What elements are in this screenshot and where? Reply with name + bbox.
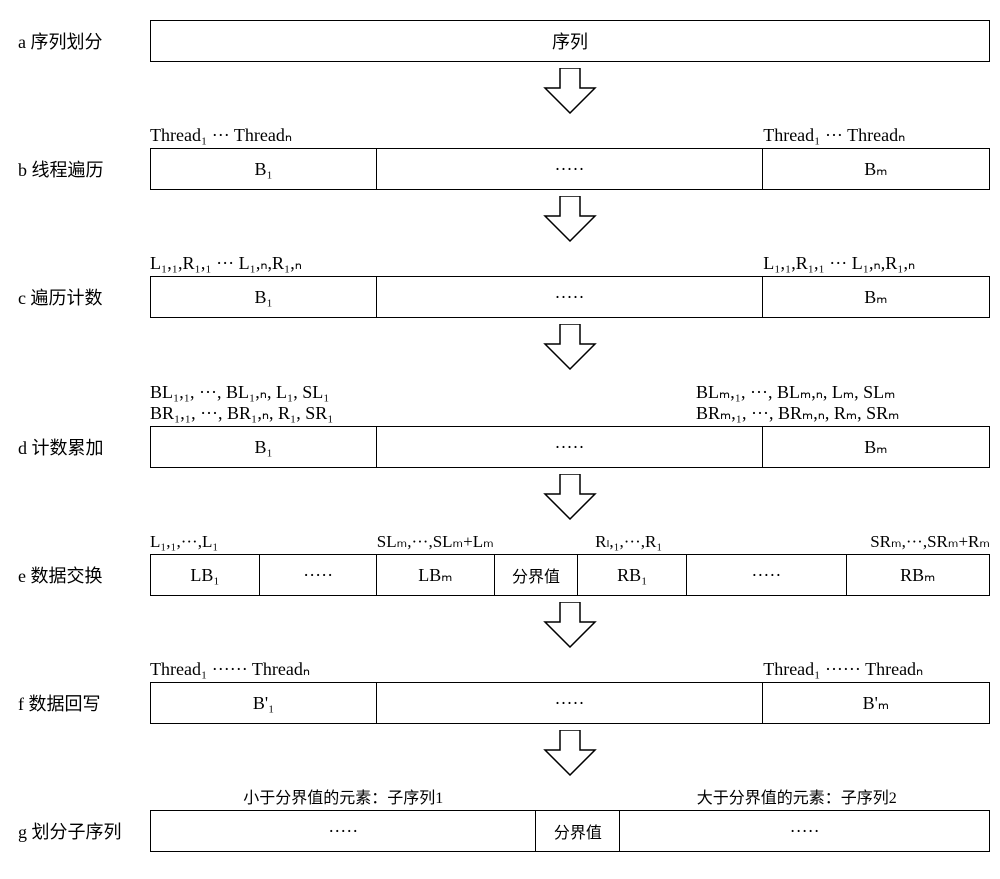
row-g-cell-pivot: 分界值 (536, 811, 620, 851)
row-e-annot-4: SRₘ,···,SRₘ+Rₘ (870, 532, 990, 552)
row-f-label: f 数据回写 (10, 690, 150, 716)
row-c-cell-dots: ····· (377, 277, 763, 317)
down-arrow-icon (541, 196, 599, 242)
row-a-cell: 序列 (151, 21, 989, 61)
down-arrow-icon (541, 68, 599, 114)
row-e-cell-lbm: LBₘ (377, 555, 494, 595)
row-g-annot: 小于分界值的元素：子序列1 大于分界值的元素：子序列2 (10, 782, 990, 808)
row-b-cell-dots: ····· (377, 149, 763, 189)
row-b-annot: Thread₁ ··· Threadₙ Thread₁ ··· Threadₙ (10, 120, 990, 146)
row-c-annot-left: L₁,₁,R₁,₁ ··· L₁,ₙ,R₁,ₙ (150, 253, 377, 274)
row-b-annot-right: Thread₁ ··· Threadₙ (763, 125, 990, 146)
row-f-annot-left: Thread₁ ······ Threadₙ (150, 659, 377, 680)
row-d-annot-right-bot: BRₘ,₁, ···, BRₘ,ₙ, Rₘ, SRₘ (696, 403, 990, 424)
row-d-annot-left-bot: BR₁,₁, ···, BR₁,ₙ, R₁, SR₁ (150, 403, 444, 424)
row-d-annot: BL₁,₁, ···, BL₁,ₙ, L₁, SL₁ BR₁,₁, ···, B… (10, 376, 990, 424)
row-d: d 计数累加 B₁ ····· Bₘ (10, 426, 990, 468)
row-e-annot-1: L₁,₁,···,L₁ (150, 532, 259, 552)
row-f-annot: Thread₁ ······ Threadₙ Thread₁ ······ Th… (10, 654, 990, 680)
row-b-strip: B₁ ····· Bₘ (150, 148, 990, 190)
row-a-label: a 序列划分 (10, 28, 150, 54)
arrow-e-f (150, 602, 990, 648)
arrow-a-b (150, 68, 990, 114)
row-c-strip: B₁ ····· Bₘ (150, 276, 990, 318)
row-e-cell-rbm: RBₘ (847, 555, 989, 595)
row-f: f 数据回写 B'₁ ····· B'ₘ (10, 682, 990, 724)
row-e-annot-3: Rₗ,₁,···,R₁ (595, 532, 704, 552)
row-g-label: g 划分子序列 (10, 818, 150, 844)
down-arrow-icon (541, 730, 599, 776)
row-f-strip: B'₁ ····· B'ₘ (150, 682, 990, 724)
row-c: c 遍历计数 B₁ ····· Bₘ (10, 276, 990, 318)
row-f-cell-bm: B'ₘ (763, 683, 989, 723)
row-b-annot-left: Thread₁ ··· Threadₙ (150, 125, 377, 146)
row-g-cell-right: ····· (620, 811, 989, 851)
row-e-strip: LB₁ ····· LBₘ 分界值 RB₁ ····· RBₘ (150, 554, 990, 596)
down-arrow-icon (541, 602, 599, 648)
row-b: b 线程遍历 B₁ ····· Bₘ (10, 148, 990, 190)
arrow-d-e (150, 474, 990, 520)
row-c-cell-b1: B₁ (151, 277, 377, 317)
row-c-label: c 遍历计数 (10, 284, 150, 310)
row-b-cell-b1: B₁ (151, 149, 377, 189)
row-g-cell-left: ····· (151, 811, 536, 851)
row-g-strip: ····· 分界值 ····· (150, 810, 990, 852)
arrow-f-g (150, 730, 990, 776)
arrow-b-c (150, 196, 990, 242)
row-d-annot-right-top: BLₘ,₁, ···, BLₘ,ₙ, Lₘ, SLₘ (696, 382, 990, 403)
row-c-annot-right: L₁,₁,R₁,₁ ··· L₁,ₙ,R₁,ₙ (763, 253, 990, 274)
row-e-label: e 数据交换 (10, 562, 150, 588)
row-c-annot: L₁,₁,R₁,₁ ··· L₁,ₙ,R₁,ₙ L₁,₁,R₁,₁ ··· L₁… (10, 248, 990, 274)
row-e-cell-rdots: ····· (687, 555, 846, 595)
row-c-cell-bm: Bₘ (763, 277, 989, 317)
row-a: a 序列划分 序列 (10, 20, 990, 62)
row-e-cell-ldots: ····· (260, 555, 377, 595)
row-a-strip: 序列 (150, 20, 990, 62)
row-d-annot-left-top: BL₁,₁, ···, BL₁,ₙ, L₁, SL₁ (150, 382, 444, 403)
row-g-annot-left: 小于分界值的元素：子序列1 (150, 784, 536, 808)
row-d-cell-b1: B₁ (151, 427, 377, 467)
down-arrow-icon (541, 474, 599, 520)
row-g: g 划分子序列 ····· 分界值 ····· (10, 810, 990, 852)
row-f-cell-b1: B'₁ (151, 683, 377, 723)
row-d-strip: B₁ ····· Bₘ (150, 426, 990, 468)
row-e-cell-rb1: RB₁ (578, 555, 687, 595)
row-e-cell-pivot: 分界值 (495, 555, 579, 595)
row-g-annot-right: 大于分界值的元素：子序列2 (604, 784, 990, 808)
row-e-annot: L₁,₁,···,L₁ SLₘ,···,SLₘ+Lₘ Rₗ,₁,···,R₁ S… (10, 526, 990, 552)
arrow-c-d (150, 324, 990, 370)
row-d-cell-dots: ····· (377, 427, 763, 467)
row-d-label: d 计数累加 (10, 434, 150, 460)
row-b-label: b 线程遍历 (10, 156, 150, 182)
row-e-cell-lb1: LB₁ (151, 555, 260, 595)
row-e: e 数据交换 LB₁ ····· LBₘ 分界值 RB₁ ····· RBₘ (10, 554, 990, 596)
row-d-cell-bm: Bₘ (763, 427, 989, 467)
row-f-cell-dots: ····· (377, 683, 763, 723)
row-b-cell-bm: Bₘ (763, 149, 989, 189)
down-arrow-icon (541, 324, 599, 370)
row-f-annot-right: Thread₁ ······ Threadₙ (763, 659, 990, 680)
row-e-annot-2: SLₘ,···,SLₘ+Lₘ (377, 532, 553, 552)
